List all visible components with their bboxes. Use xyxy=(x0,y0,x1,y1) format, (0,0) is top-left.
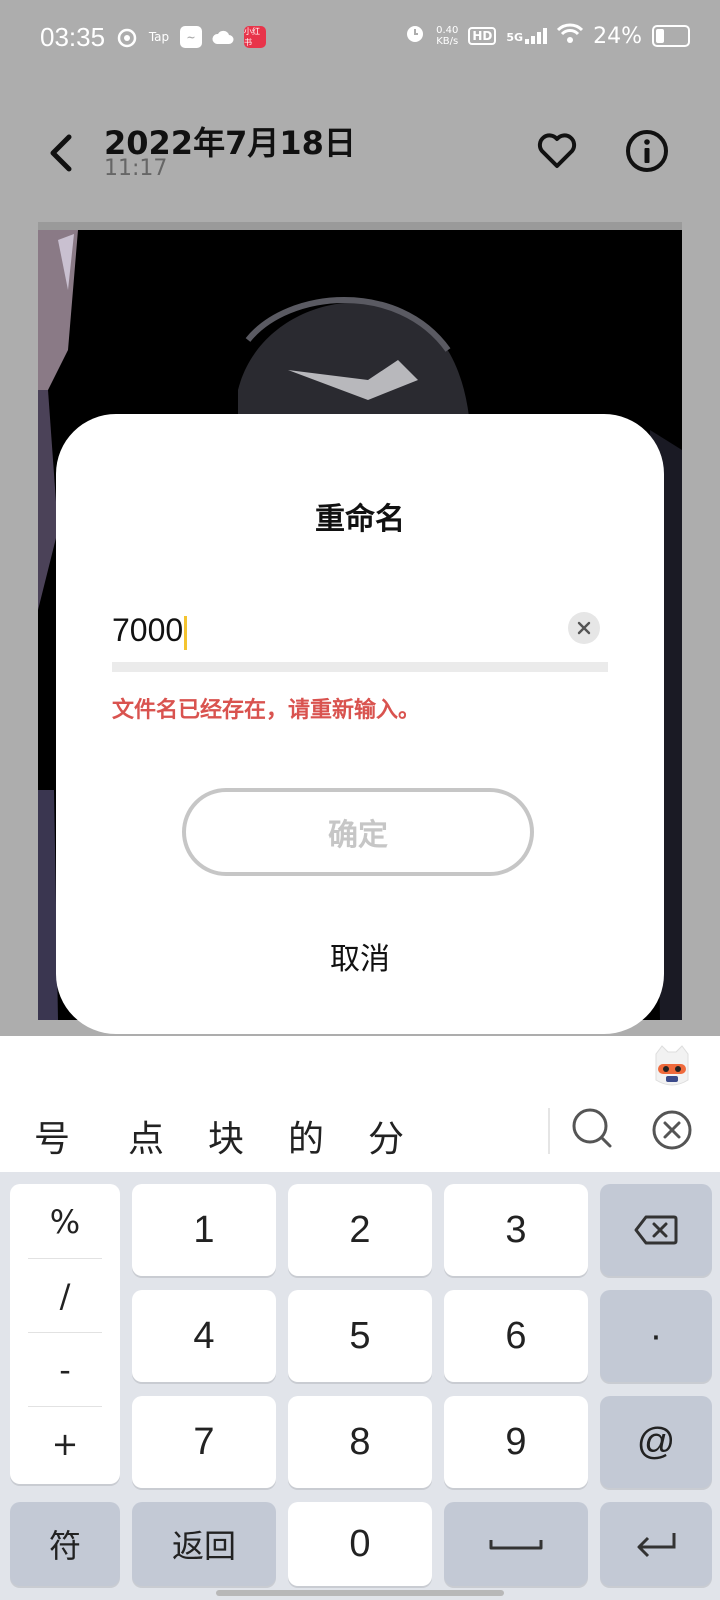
candidate-item[interactable]: 分 xyxy=(368,1110,404,1162)
key-9[interactable]: 9 xyxy=(444,1396,588,1488)
space-icon xyxy=(489,1540,543,1550)
key-dot[interactable]: · xyxy=(600,1290,712,1382)
key-6[interactable]: 6 xyxy=(444,1290,588,1382)
key-5[interactable]: 5 xyxy=(288,1290,432,1382)
photo-header: 2022年7月18日 11:17 xyxy=(0,110,720,200)
candidate-item[interactable]: 号 xyxy=(34,1110,70,1162)
search-icon xyxy=(572,1108,612,1148)
backspace-key[interactable] xyxy=(600,1184,712,1276)
close-icon xyxy=(577,621,591,635)
key-7[interactable]: 7 xyxy=(132,1396,276,1488)
error-message: 文件名已经存在，请重新输入。 xyxy=(112,698,421,723)
rename-dialog: 重命名 7000 文件名已经存在，请重新输入。 确定 取消 xyxy=(56,414,664,1034)
key-1[interactable]: 1 xyxy=(132,1184,276,1276)
dialog-title: 重命名 xyxy=(315,502,405,537)
page-subtitle: 11:17 xyxy=(104,156,168,181)
enter-key[interactable] xyxy=(600,1502,712,1586)
home-indicator[interactable] xyxy=(216,1590,504,1596)
key-8[interactable]: 8 xyxy=(288,1396,432,1488)
close-candidates-button[interactable] xyxy=(650,1108,694,1152)
filename-field[interactable]: 7000 xyxy=(112,604,608,660)
candidate-item[interactable]: 块 xyxy=(208,1110,244,1162)
space-key[interactable] xyxy=(444,1502,588,1586)
key-percent[interactable]: % xyxy=(10,1186,120,1258)
net-speed: 0.40 KB/s xyxy=(436,25,459,47)
symbol-divider xyxy=(28,1332,102,1333)
info-icon xyxy=(626,130,668,172)
key-4[interactable]: 4 xyxy=(132,1290,276,1382)
favorite-button[interactable] xyxy=(532,126,582,176)
candidate-item[interactable]: 点 xyxy=(128,1110,164,1162)
app-square-icon: ~ xyxy=(180,26,202,48)
status-bar: 03:35 Tap ~ 小红书 0.40 KB/s HD 5G 24% xyxy=(0,0,720,80)
symbol-divider xyxy=(28,1406,102,1407)
numeric-keyboard: % / - + 1 2 3 4 5 6 · 7 8 9 @ 符 返回 0 xyxy=(0,1172,720,1600)
cloud-icon xyxy=(212,26,234,48)
heart-icon xyxy=(537,133,577,168)
search-button[interactable] xyxy=(570,1106,614,1154)
key-at[interactable]: @ xyxy=(600,1396,712,1488)
key-back[interactable]: 返回 xyxy=(132,1502,276,1586)
symbol-column: % / - + xyxy=(10,1184,120,1484)
alarm-icon xyxy=(404,22,426,50)
keyboard-candidate-bar: 号 点 块 的 分 xyxy=(0,1036,720,1172)
key-minus[interactable]: - xyxy=(10,1334,120,1406)
key-0[interactable]: 0 xyxy=(288,1502,432,1586)
key-symbols[interactable]: 符 xyxy=(10,1502,120,1586)
confirm-button[interactable]: 确定 xyxy=(182,788,534,876)
app-swirl-icon xyxy=(116,26,138,48)
status-time: 03:35 xyxy=(40,22,106,52)
battery-percent: 24% xyxy=(593,23,642,49)
key-2[interactable]: 2 xyxy=(288,1184,432,1276)
text-caret xyxy=(184,615,188,650)
cancel-button[interactable]: 取消 xyxy=(56,934,664,978)
xiaohongshu-icon: 小红书 xyxy=(244,26,266,48)
photo-frame-edge xyxy=(38,222,682,230)
key-plus[interactable]: + xyxy=(10,1408,120,1480)
back-button[interactable] xyxy=(40,128,80,178)
notification-icons: Tap ~ 小红书 xyxy=(116,26,266,48)
wifi-icon xyxy=(557,23,584,49)
clear-input-button[interactable] xyxy=(568,612,600,644)
tap-app-icon: Tap xyxy=(148,30,170,44)
hd-icon: HD xyxy=(468,27,497,45)
info-button[interactable] xyxy=(622,126,672,176)
enter-icon xyxy=(637,1533,676,1558)
close-circle-icon xyxy=(652,1110,692,1150)
filename-input[interactable]: 7000 xyxy=(112,612,188,650)
ime-mascot-icon[interactable] xyxy=(652,1044,692,1088)
battery-icon xyxy=(652,25,690,47)
system-icons: 0.40 KB/s HD 5G 24% xyxy=(404,22,690,50)
candidate-row: 号 点 块 的 分 xyxy=(0,1096,720,1172)
input-underline xyxy=(112,662,608,672)
key-slash[interactable]: / xyxy=(10,1260,120,1332)
chevron-left-icon xyxy=(50,134,72,172)
signal-icon: 5G xyxy=(506,28,548,44)
backspace-icon xyxy=(634,1215,678,1245)
symbol-divider xyxy=(28,1258,102,1259)
candidate-item[interactable]: 的 xyxy=(288,1110,324,1162)
key-3[interactable]: 3 xyxy=(444,1184,588,1276)
candidate-divider xyxy=(548,1108,550,1154)
